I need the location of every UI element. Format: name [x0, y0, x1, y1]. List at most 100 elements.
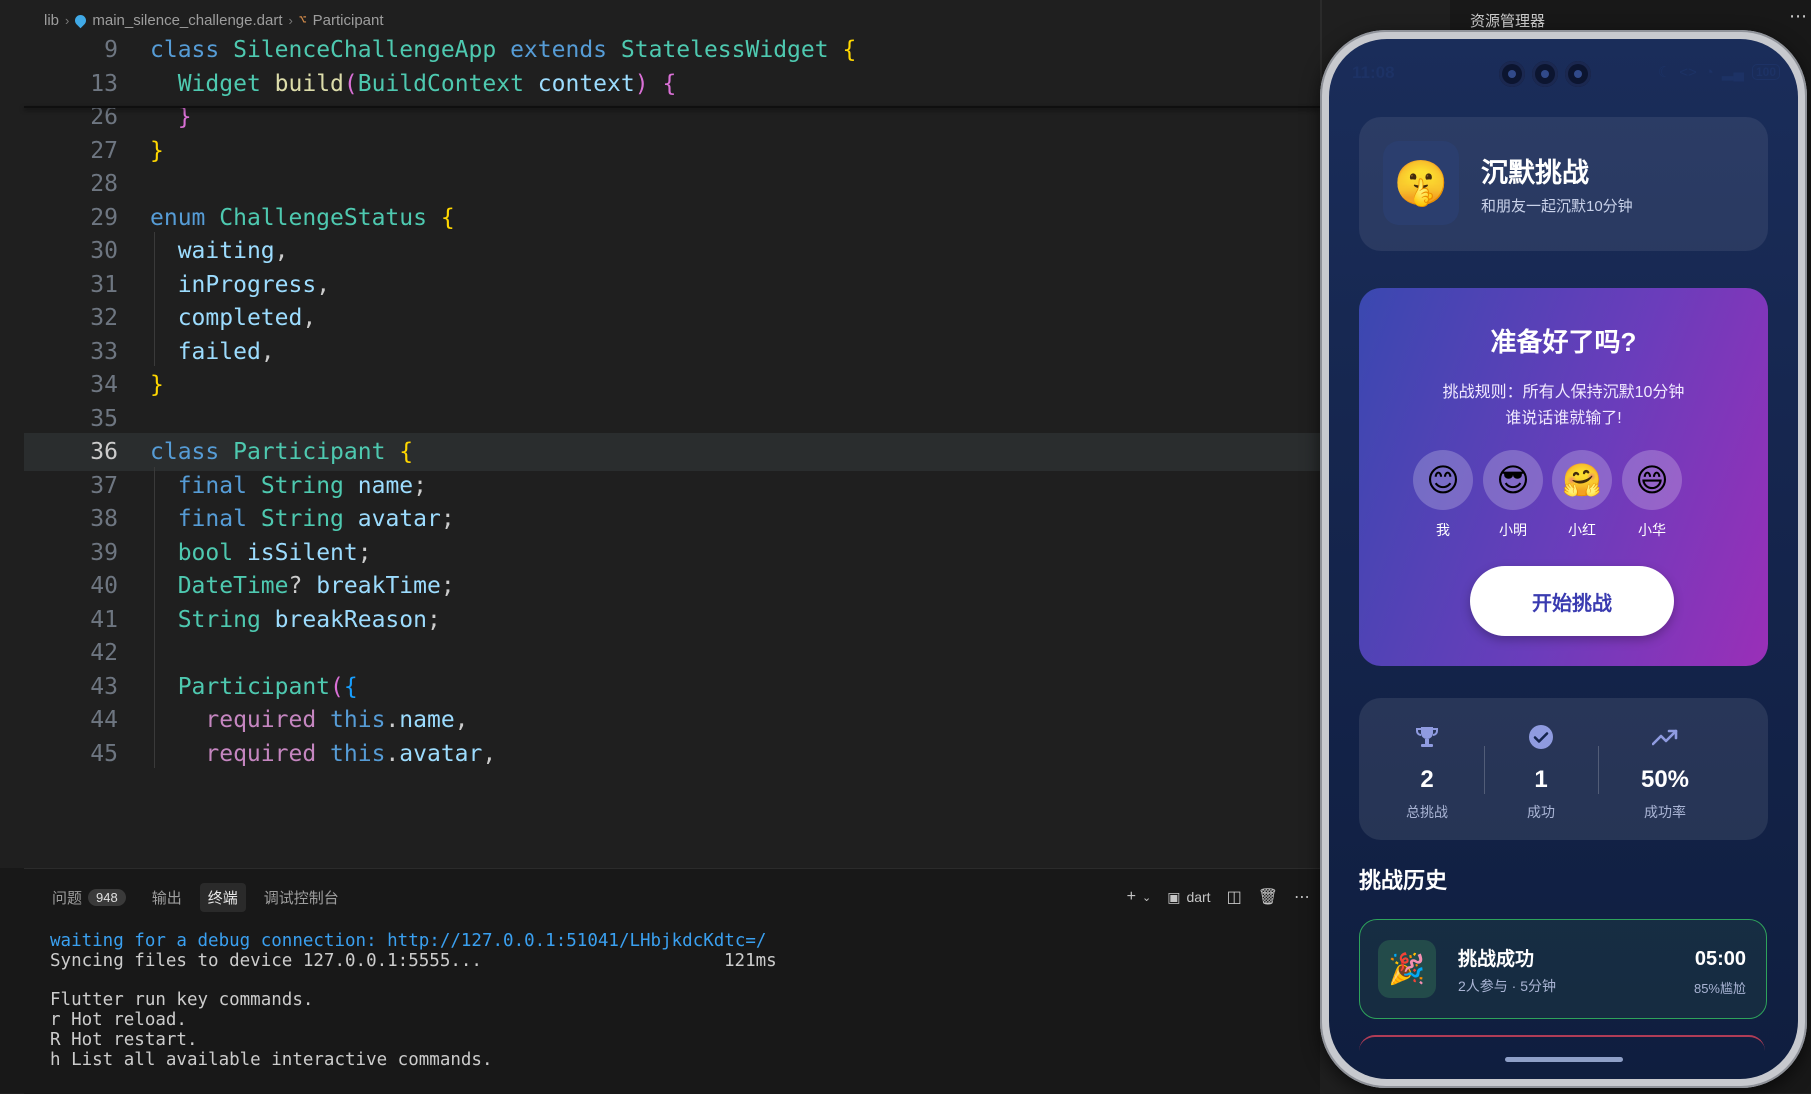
line-number[interactable]: 32 — [24, 305, 118, 331]
line-number[interactable]: 37 — [24, 473, 118, 499]
panel-tab[interactable]: 问题 948 — [44, 883, 134, 912]
line-source[interactable]: Participant({ — [150, 674, 358, 700]
code-line[interactable]: 45 required this.avatar, — [24, 735, 1320, 773]
chevron-down-icon[interactable]: ⌄ — [1142, 891, 1151, 904]
code-line[interactable]: 42 — [24, 634, 1320, 672]
check-circle-icon — [1473, 722, 1609, 752]
line-number[interactable]: 28 — [24, 171, 118, 197]
line-source[interactable]: completed, — [150, 305, 316, 331]
panel-tab[interactable]: 输出 — [144, 883, 190, 912]
code-line[interactable]: 29 enum ChallengeStatus { — [24, 199, 1320, 237]
line-number[interactable]: 41 — [24, 607, 118, 633]
line-number[interactable]: 44 — [24, 707, 118, 733]
terminal-icon[interactable]: ▣ — [1167, 889, 1180, 906]
code-line[interactable]: 31 inProgress, — [24, 266, 1320, 304]
line-number[interactable]: 31 — [24, 272, 118, 298]
code-line[interactable]: 9 class SilenceChallengeApp extends State… — [24, 31, 1320, 69]
trending-up-icon — [1597, 722, 1733, 752]
panel-tab[interactable]: 调试控制台 — [256, 883, 347, 912]
line-number[interactable]: 34 — [24, 372, 118, 398]
line-number[interactable]: 33 — [24, 339, 118, 365]
line-source[interactable]: required this.avatar, — [150, 741, 496, 767]
code-line[interactable]: 40 DateTime? breakTime; — [24, 567, 1320, 605]
line-number[interactable]: 40 — [24, 573, 118, 599]
line-number[interactable]: 43 — [24, 674, 118, 700]
line-source[interactable]: waiting, — [150, 238, 289, 264]
rules-text: 挑战规则：所有人保持沉默10分钟 — [1442, 384, 1685, 401]
code-line[interactable]: 43 Participant({ — [24, 668, 1320, 706]
code-line[interactable]: 26 } — [24, 98, 1320, 136]
line-number[interactable]: 27 — [24, 138, 118, 164]
code-line[interactable]: 36 class Participant { — [24, 433, 1320, 471]
panel-tab-label: 问题 — [52, 890, 83, 907]
breadcrumb-file[interactable]: main_silence_challenge.dart — [92, 12, 282, 29]
code-line[interactable]: 41 String breakReason; — [24, 601, 1320, 639]
indent-guide — [154, 466, 155, 768]
line-number[interactable]: 35 — [24, 406, 118, 432]
terminal-line[interactable]: waiting for a debug connection: http://1… — [50, 931, 766, 951]
code-line[interactable]: 30 waiting, — [24, 232, 1320, 270]
problems-count-badge: 948 — [88, 889, 126, 906]
terminal-shell-label[interactable]: dart — [1186, 889, 1210, 905]
line-source[interactable]: DateTime? breakTime; — [150, 573, 455, 599]
home-indicator[interactable] — [1505, 1057, 1623, 1062]
line-source[interactable]: inProgress, — [150, 272, 330, 298]
stat-value: 1 — [1534, 766, 1548, 793]
more-icon[interactable]: ⋯ — [1789, 6, 1807, 27]
line-source[interactable]: class Participant { — [150, 439, 413, 465]
participant-name: 我 — [1436, 522, 1450, 538]
line-number[interactable]: 9 — [24, 37, 118, 63]
code-line[interactable]: 28 — [24, 165, 1320, 203]
panel-actions: + ⌄ ▣ dart ◫ 🗑︎ ⋯ — [1127, 887, 1310, 907]
more-icon[interactable]: ⋯ — [1294, 887, 1310, 907]
code-line[interactable]: 34} — [24, 366, 1320, 404]
line-source[interactable]: class SilenceChallengeApp extends Statel… — [150, 37, 856, 63]
line-source[interactable]: String breakReason; — [150, 607, 441, 633]
line-source[interactable]: bool isSilent; — [150, 540, 372, 566]
battery-icon: 100 — [1751, 64, 1780, 80]
code-line[interactable]: 44 required this.name, — [24, 701, 1320, 739]
line-number[interactable]: 45 — [24, 741, 118, 767]
code-line[interactable]: 27} — [24, 132, 1320, 170]
panel-tab[interactable]: 终端 — [199, 883, 246, 912]
history-item[interactable]: 🎉 挑战成功 2人参与 · 5分钟 05:00 85%尴尬 — [1359, 919, 1767, 1019]
line-number[interactable]: 36 — [24, 439, 118, 465]
line-number[interactable]: 38 — [24, 506, 118, 532]
code-line[interactable]: 35 — [24, 400, 1320, 438]
line-source[interactable]: required this.name, — [150, 707, 468, 733]
line-source[interactable]: } — [150, 372, 164, 398]
code-line[interactable]: 32 completed, — [24, 299, 1320, 337]
code-line[interactable]: 39 bool isSilent; — [24, 534, 1320, 572]
line-source[interactable]: Widget build(BuildContext context) { — [150, 71, 677, 97]
line-number[interactable]: 29 — [24, 205, 118, 231]
breadcrumb-symbol[interactable]: Participant — [313, 12, 384, 29]
code-line[interactable]: 37 final String name; — [24, 467, 1320, 505]
code-editor[interactable]: lib › main_silence_challenge.dart › ⌥ Pa… — [0, 0, 1320, 868]
code-line[interactable]: 13 Widget build(BuildContext context) { — [24, 64, 1320, 103]
line-number[interactable]: 30 — [24, 238, 118, 264]
line-number[interactable]: 13 — [24, 71, 118, 97]
participant-avatar: 😎 — [1483, 450, 1543, 510]
trash-icon[interactable]: 🗑︎ — [1258, 887, 1278, 907]
app-title: 沉默挑战 — [1481, 158, 1589, 188]
line-source[interactable]: final String avatar; — [150, 506, 455, 532]
line-source[interactable]: failed, — [150, 339, 275, 365]
code-line[interactable]: 38 final String avatar; — [24, 500, 1320, 538]
history-item-partial — [1359, 1035, 1765, 1051]
line-source[interactable]: enum ChallengeStatus { — [150, 205, 455, 231]
line-number[interactable]: 42 — [24, 640, 118, 666]
participant-name: 小红 — [1568, 522, 1596, 538]
split-terminal-icon[interactable]: ◫ — [1227, 887, 1242, 907]
stats-card: 2 总挑战 1 成功 50% 成功率 — [1359, 698, 1768, 840]
start-challenge-button[interactable]: 开始挑战 — [1470, 566, 1674, 636]
line-source[interactable]: final String name; — [150, 473, 427, 499]
breadcrumb-folder[interactable]: lib — [44, 12, 59, 29]
participant-avatar: 🤗 — [1552, 450, 1612, 510]
status-icons: ☾ <> ◔ ▂▄ 100 — [1658, 63, 1780, 81]
line-number[interactable]: 39 — [24, 540, 118, 566]
ready-title: 准备好了吗? — [1490, 327, 1637, 357]
signal-icon: ▂▄ — [1721, 64, 1744, 81]
new-terminal-icon[interactable]: + — [1127, 888, 1136, 906]
code-line[interactable]: 33 failed, — [24, 333, 1320, 371]
line-source[interactable]: } — [150, 138, 164, 164]
